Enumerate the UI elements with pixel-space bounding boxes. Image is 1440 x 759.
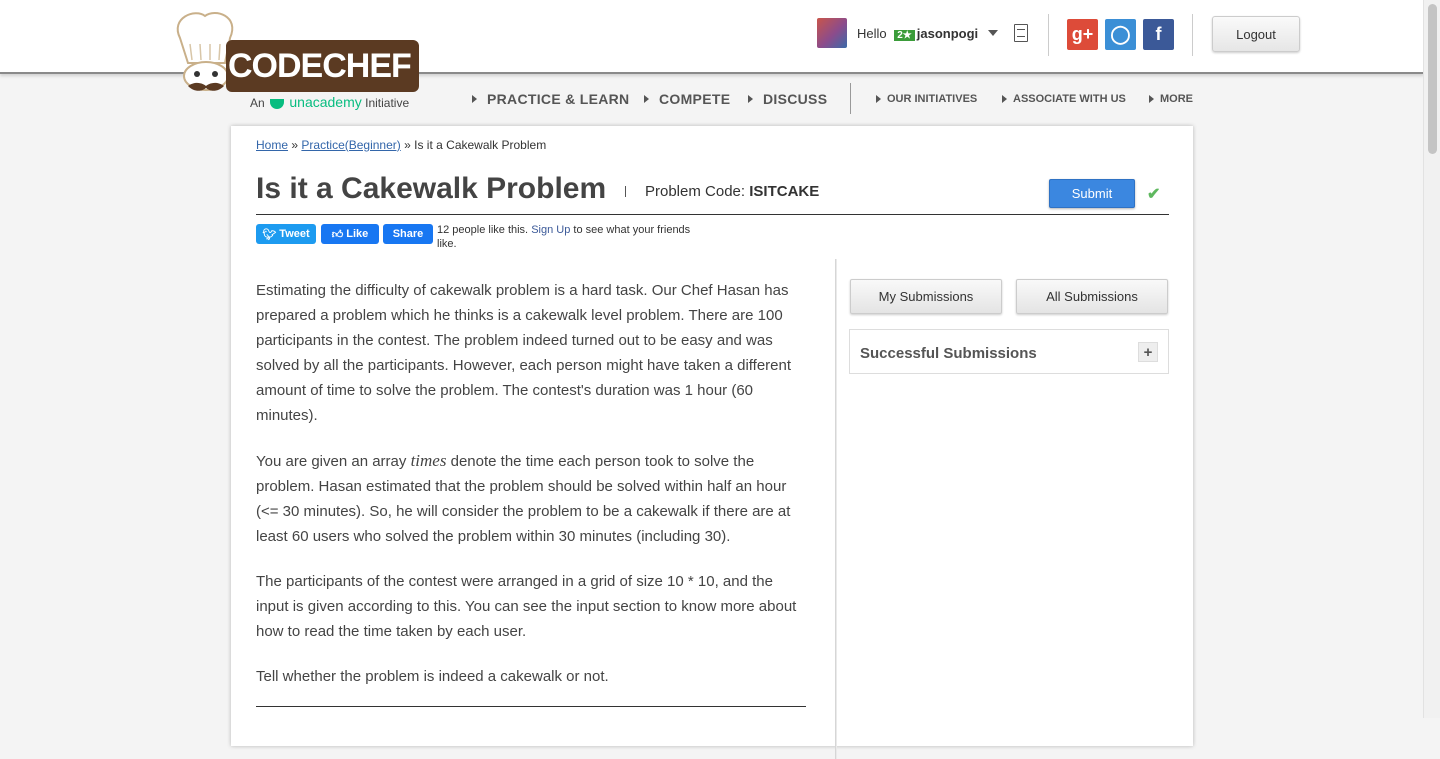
triangle-right-icon: [644, 95, 649, 103]
likes-count-text: 12 people like this.: [437, 224, 529, 236]
breadcrumb-home[interactable]: Home: [256, 138, 288, 152]
successful-submissions-title: Successful Submissions: [860, 345, 1037, 362]
my-submissions-button[interactable]: My Submissions: [850, 279, 1002, 314]
rating-badge: 2★: [894, 29, 915, 41]
github-glyph: ◯: [1110, 24, 1131, 44]
nav-label: ASSOCIATE WITH US: [1013, 93, 1126, 105]
successful-submissions-panel[interactable]: Successful Submissions +: [849, 329, 1169, 374]
scrollbar-thumb[interactable]: [1428, 4, 1437, 154]
facebook-share-button[interactable]: Share: [383, 224, 433, 244]
breadcrumb-current: Is it a Cakewalk Problem: [414, 138, 547, 152]
codechef-logo[interactable]: CODECHEF An unacademy Initiative: [168, 8, 433, 116]
user-menu[interactable]: Hello 2★ jasonpogi: [817, 18, 999, 48]
nav-label: MORE: [1160, 93, 1193, 105]
nav-practice-learn[interactable]: PRACTICE & LEARN: [472, 91, 629, 107]
nav-our-initiatives[interactable]: OUR INITIATIVES: [876, 93, 977, 105]
all-submissions-button[interactable]: All Submissions: [1016, 279, 1168, 314]
problem-paragraph: Estimating the difficulty of cakewalk pr…: [256, 282, 792, 424]
page-scrollbar[interactable]: [1423, 0, 1440, 718]
column-divider: [835, 259, 837, 759]
nav-discuss[interactable]: DISCUSS: [748, 91, 827, 107]
problem-paragraph: Tell whether the problem is indeed a cak…: [256, 668, 609, 685]
tweet-button[interactable]: 🐦︎ Tweet: [256, 224, 316, 244]
nav-label: PRACTICE & LEARN: [487, 91, 630, 107]
title-underline: [256, 214, 1169, 215]
twitter-bird-icon: 🐦︎: [262, 228, 277, 241]
section-divider: [256, 706, 806, 707]
username[interactable]: jasonpogi: [917, 26, 978, 41]
triangle-right-icon: [1002, 95, 1007, 103]
page-title: Is it a Cakewalk Problem: [256, 172, 607, 205]
user-greeting: Hello 2★ jasonpogi: [857, 26, 978, 41]
breadcrumb-separator: »: [404, 138, 411, 152]
triangle-right-icon: [1149, 95, 1154, 103]
google-plus-glyph: g+: [1071, 24, 1094, 44]
thumbs-up-icon: 👍︎: [331, 228, 344, 241]
nav-associate-with-us[interactable]: ASSOCIATE WITH US: [1002, 93, 1126, 105]
check-icon: ✔: [1147, 186, 1161, 203]
nav-divider: [850, 83, 851, 114]
unacademy-icon: [270, 98, 285, 109]
header-divider: [1192, 14, 1193, 56]
plus-icon[interactable]: +: [1138, 342, 1158, 362]
logo-wordmark: CODECHEF: [226, 40, 419, 92]
nav-more[interactable]: MORE: [1149, 93, 1193, 105]
facebook-likes-text: 12 people like this. Sign Up to see what…: [437, 223, 697, 251]
paragraph-text: You are given an array: [256, 453, 407, 470]
math-variable: times: [410, 451, 447, 470]
triangle-right-icon: [748, 95, 753, 103]
chevron-down-icon[interactable]: [988, 30, 999, 36]
problem-code-label: Problem Code:: [645, 183, 746, 200]
greeting-text: Hello: [857, 25, 887, 41]
facebook-glyph: f: [1155, 24, 1162, 44]
facebook-icon[interactable]: f: [1143, 19, 1174, 50]
tagline-brand: unacademy: [289, 94, 362, 110]
problem-statement: Estimating the difficulty of cakewalk pr…: [256, 278, 808, 709]
google-plus-icon[interactable]: g+: [1067, 19, 1098, 50]
logout-button[interactable]: Logout: [1212, 16, 1300, 52]
problem-code-value: ISITCAKE: [749, 183, 820, 200]
notifications-icon[interactable]: [1014, 24, 1028, 42]
signup-link[interactable]: Sign Up: [531, 224, 570, 236]
logo-tagline: An unacademy Initiative: [250, 94, 409, 110]
github-icon[interactable]: ◯: [1105, 19, 1136, 50]
header-divider: [1048, 14, 1049, 56]
problem-paragraph: You are given an array times denote the …: [256, 448, 808, 549]
nav-label: DISCUSS: [763, 91, 828, 107]
problem-card: Home » Practice(Beginner) » Is it a Cake…: [231, 126, 1193, 759]
nav-label: OUR INITIATIVES: [887, 93, 978, 105]
tweet-label: Tweet: [279, 228, 310, 240]
tagline-prefix: An: [250, 96, 265, 110]
problem-paragraph: The participants of the contest were arr…: [256, 573, 797, 640]
nav-compete[interactable]: COMPETE: [644, 91, 730, 107]
breadcrumb: Home » Practice(Beginner) » Is it a Cake…: [256, 138, 546, 152]
breadcrumb-separator: »: [291, 138, 299, 152]
tagline-suffix: Initiative: [365, 96, 410, 110]
nav-label: COMPETE: [659, 91, 731, 107]
title-divider: [625, 186, 626, 197]
like-label: Like: [346, 228, 369, 240]
problem-code: Problem Code: ISITCAKE: [645, 183, 819, 200]
submit-button[interactable]: Submit: [1049, 179, 1135, 208]
triangle-right-icon: [876, 95, 881, 103]
breadcrumb-practice[interactable]: Practice(Beginner): [301, 138, 400, 152]
avatar[interactable]: [817, 18, 847, 48]
facebook-like-button[interactable]: 👍︎ Like: [321, 224, 379, 244]
triangle-right-icon: [472, 95, 477, 103]
